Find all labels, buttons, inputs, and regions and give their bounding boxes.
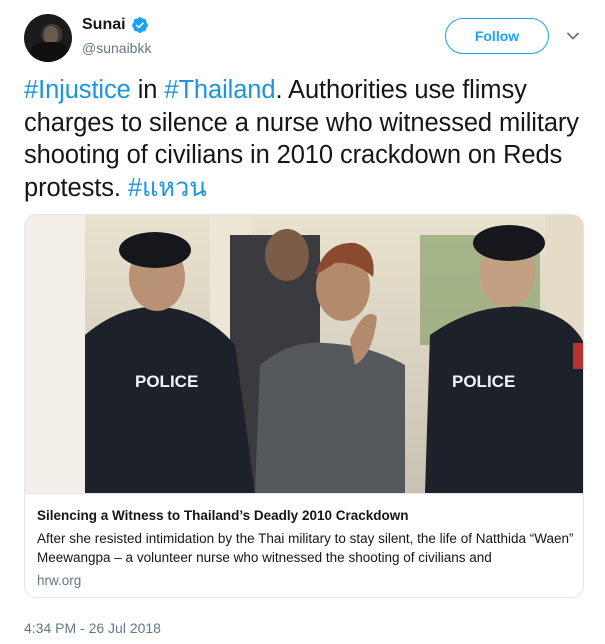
tweet-text: #Injustice in #Thailand. Authorities use… [24,74,584,204]
tweet-text-segment: in [130,76,165,104]
tweet-timestamp[interactable]: 4:34 PM - 26 Jul 2018 [24,620,161,636]
card-body: Silencing a Witness to Thailand’s Deadly… [25,493,583,597]
police-badge-left: POLICE [135,372,198,391]
link-card[interactable]: POLICE POLICE Silencing a Witness to Tha… [24,214,584,598]
card-title[interactable]: Silencing a Witness to Thailand’s Deadly… [37,508,409,523]
author-handle[interactable]: @sunaibkk [82,40,151,56]
hashtag-link[interactable]: #แหวน [128,174,207,202]
author-block: Sunai @sunaibkk [82,16,151,56]
hashtag-link[interactable]: #Injustice [24,76,131,104]
hashtag-link[interactable]: #Thailand [164,76,275,104]
card-description: After she resisted intimidation by the T… [37,531,574,565]
author-display-name[interactable]: Sunai [82,16,126,34]
follow-button[interactable]: Follow [445,18,549,54]
police-badge-right: POLICE [452,372,515,391]
tweet-container: Sunai @sunaibkk Follow #Injustice in #Th… [0,0,605,644]
card-domain: hrw.org [37,573,82,588]
verified-badge-icon [131,17,148,33]
chevron-down-icon[interactable] [566,29,580,43]
card-photo: POLICE POLICE [25,215,583,493]
avatar[interactable] [24,14,72,62]
